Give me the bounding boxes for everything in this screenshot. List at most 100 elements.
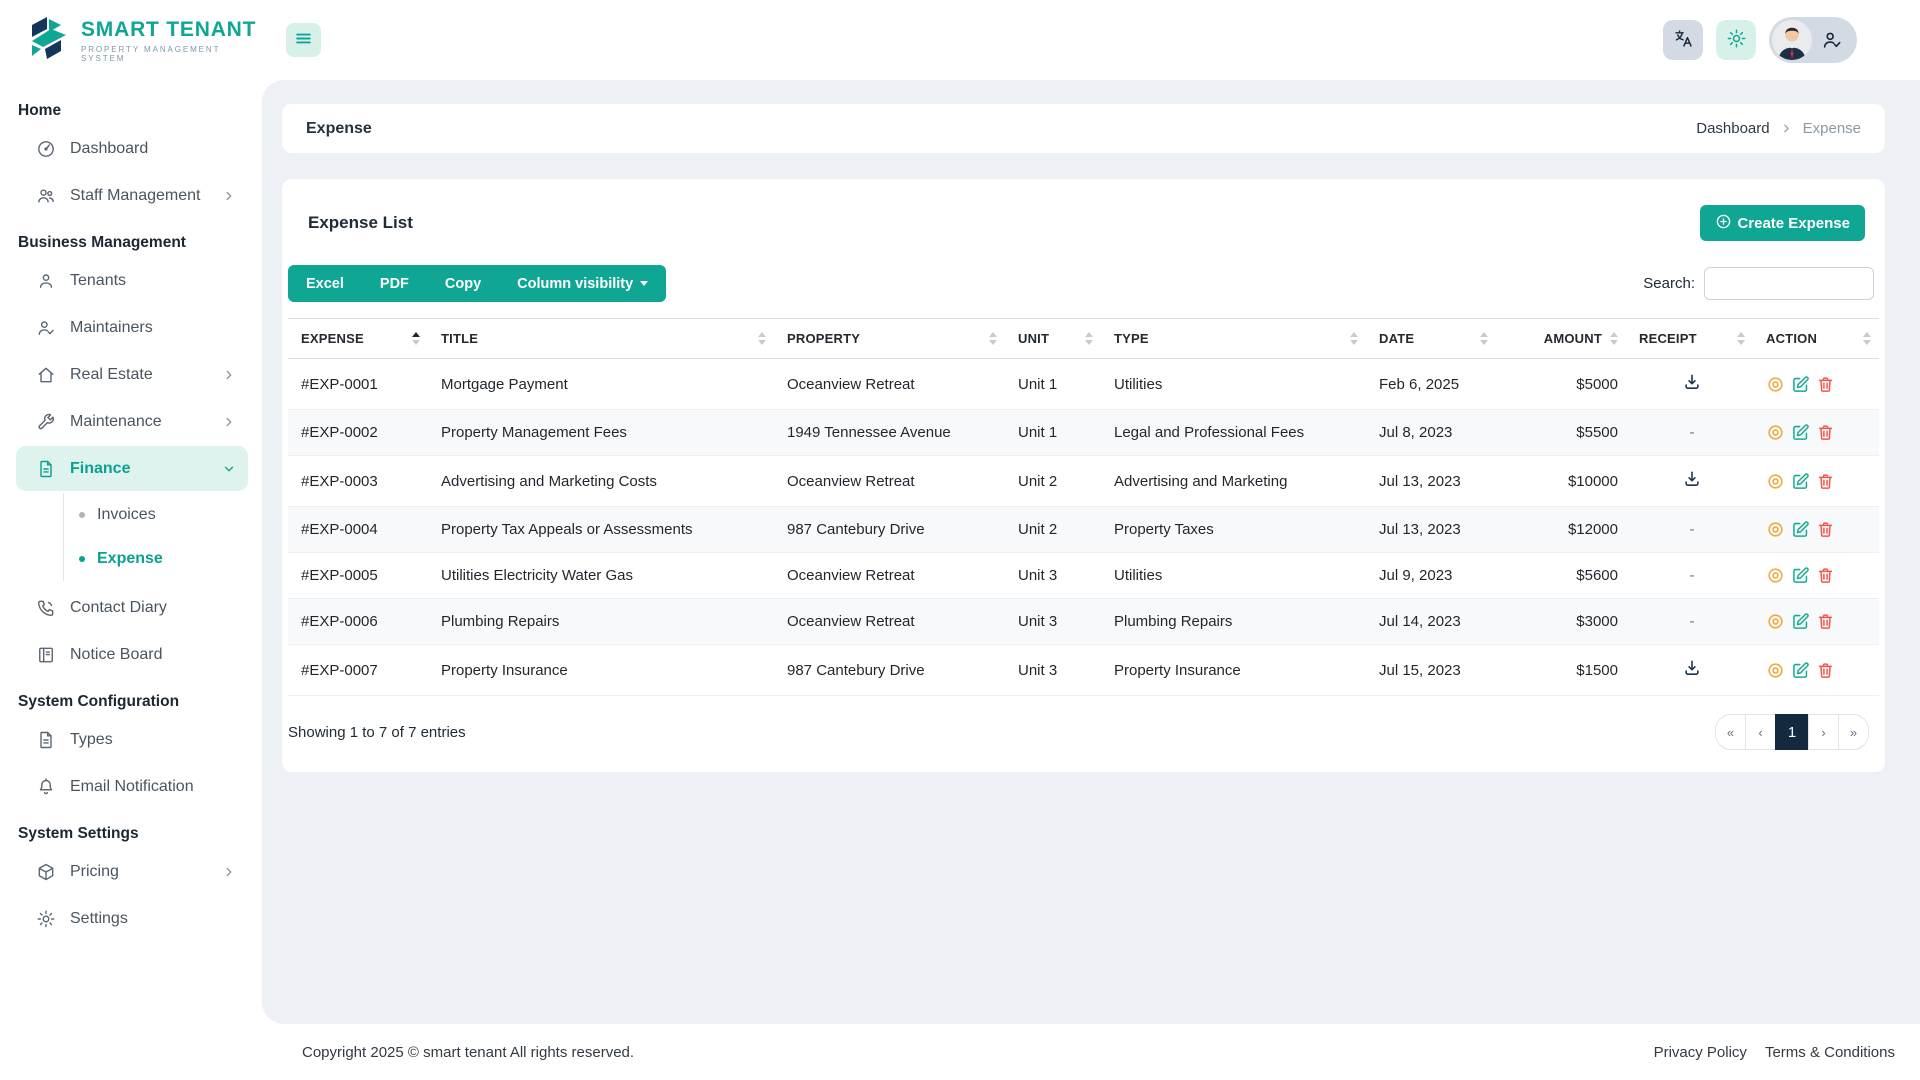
delete-button[interactable] (1816, 520, 1835, 539)
no-receipt-dash: - (1689, 613, 1695, 630)
sidebar-item-maintenance[interactable]: Maintenance (16, 399, 248, 444)
pagination-page-button[interactable]: 1 (1775, 714, 1809, 750)
sidebar-item-dashboard[interactable]: Dashboard (16, 126, 248, 171)
chevron-down-icon (222, 462, 236, 476)
settings-button[interactable] (1716, 20, 1756, 60)
view-button[interactable] (1766, 375, 1785, 394)
cell-title: Mortgage Payment (428, 358, 774, 410)
column-header-title[interactable]: TITLE (428, 318, 774, 359)
delete-button[interactable] (1816, 423, 1835, 442)
delete-button[interactable] (1816, 661, 1835, 680)
column-header-expense[interactable]: EXPENSE (288, 318, 428, 359)
maintainer-icon (36, 318, 56, 338)
no-receipt-dash: - (1689, 567, 1695, 584)
edit-button[interactable] (1791, 472, 1810, 491)
profile-menu[interactable] (1769, 17, 1857, 63)
edit-button[interactable] (1791, 375, 1810, 394)
view-button[interactable] (1766, 423, 1785, 442)
staff-icon (36, 186, 56, 206)
edit-button[interactable] (1791, 612, 1810, 631)
sidebar-item-settings[interactable]: Settings (16, 896, 248, 941)
sort-arrows (1863, 332, 1871, 345)
view-button[interactable] (1766, 566, 1785, 585)
sidebar-item-email-notification[interactable]: Email Notification (16, 764, 248, 809)
sidebar-item-maintainers[interactable]: Maintainers (16, 305, 248, 350)
sidebar-item-real-estate[interactable]: Real Estate (16, 352, 248, 397)
chevron-right-icon (222, 415, 236, 429)
export-excel-button[interactable]: Excel (288, 265, 362, 302)
column-header-type[interactable]: TYPE (1101, 318, 1366, 359)
sidebar-item-tenants[interactable]: Tenants (16, 258, 248, 303)
view-button[interactable] (1766, 661, 1785, 680)
delete-button[interactable] (1816, 375, 1835, 394)
nav-section-business-management: Business Management (18, 234, 186, 251)
cell-property: 987 Cantebury Drive (774, 506, 1005, 553)
search-input[interactable] (1704, 267, 1874, 300)
cell-unit: Unit 2 (1005, 506, 1101, 553)
cell-action (1766, 375, 1871, 394)
sidebar-item-pricing[interactable]: Pricing (16, 849, 248, 894)
view-icon (1766, 566, 1785, 585)
column-header-amount[interactable]: AMOUNT (1496, 318, 1626, 359)
sidebar-item-staff-management[interactable]: Staff Management (16, 173, 248, 218)
pagination-prev-button[interactable]: ‹ (1745, 714, 1776, 750)
cell-property: Oceanview Retreat (774, 552, 1005, 599)
download-receipt-button[interactable] (1682, 469, 1702, 489)
edit-icon (1791, 661, 1810, 680)
terms-conditions-link[interactable]: Terms & Conditions (1765, 1044, 1895, 1061)
column-visibility-button[interactable]: Column visibility (499, 265, 666, 302)
view-icon (1766, 661, 1785, 680)
column-header-property[interactable]: PROPERTY (774, 318, 1005, 359)
translate-button[interactable] (1663, 20, 1703, 60)
download-icon (1682, 658, 1702, 678)
breadcrumb-dashboard-link[interactable]: Dashboard (1696, 120, 1769, 137)
edit-button[interactable] (1791, 661, 1810, 680)
sidebar-subitem-invoices[interactable]: Invoices (64, 493, 248, 537)
sidebar-item-types[interactable]: Types (16, 717, 248, 762)
cell-type: Plumbing Repairs (1101, 598, 1366, 645)
column-header-action[interactable]: ACTION (1753, 318, 1879, 359)
download-receipt-button[interactable] (1682, 658, 1702, 678)
sidebar-subitem-expense[interactable]: Expense (64, 537, 248, 581)
cell-amount: $10000 (1496, 455, 1626, 507)
view-button[interactable] (1766, 472, 1785, 491)
edit-button[interactable] (1791, 520, 1810, 539)
pagination-next-button[interactable]: › (1808, 714, 1839, 750)
sidebar-item-finance[interactable]: Finance (16, 446, 248, 491)
edit-button[interactable] (1791, 566, 1810, 585)
translate-icon (1673, 28, 1694, 52)
view-button[interactable] (1766, 520, 1785, 539)
sidebar-toggle-button[interactable] (286, 23, 321, 57)
edit-button[interactable] (1791, 423, 1810, 442)
delete-button[interactable] (1816, 566, 1835, 585)
sort-arrows (1085, 332, 1093, 345)
pagination-last-button[interactable]: » (1838, 714, 1869, 750)
delete-button[interactable] (1816, 472, 1835, 491)
sidebar-item-notice-board[interactable]: Notice Board (16, 632, 248, 677)
expense-table: EXPENSE TITLE PROPERTY UNIT TYPE DATE AMOUNT RE… (288, 318, 1879, 696)
dashboard-icon (36, 139, 56, 159)
sidebar-item-contact-diary[interactable]: Contact Diary (16, 585, 248, 630)
delete-button[interactable] (1816, 612, 1835, 631)
export-copy-button[interactable]: Copy (427, 265, 499, 302)
cell-unit: Unit 3 (1005, 598, 1101, 645)
edit-icon (1791, 520, 1810, 539)
cell-unit: Unit 3 (1005, 644, 1101, 696)
view-icon (1766, 472, 1785, 491)
cell-receipt: - (1626, 409, 1753, 456)
brand-logo[interactable]: SMART TENANT PROPERTY MANAGEMENT SYSTEM (0, 0, 262, 80)
create-expense-button[interactable]: Create Expense (1700, 205, 1865, 241)
column-header-date[interactable]: DATE (1366, 318, 1496, 359)
edit-icon (1791, 612, 1810, 631)
export-pdf-button[interactable]: PDF (362, 265, 427, 302)
pagination-first-button[interactable]: « (1715, 714, 1746, 750)
table-row: #EXP-0003 Advertising and Marketing Costs… (288, 455, 1879, 507)
download-receipt-button[interactable] (1682, 372, 1702, 392)
view-button[interactable] (1766, 612, 1785, 631)
expense-list-card: Expense List Create Expense Excel PDF Copy… (282, 179, 1885, 772)
cell-property: 987 Cantebury Drive (774, 644, 1005, 696)
privacy-policy-link[interactable]: Privacy Policy (1654, 1044, 1747, 1061)
column-header-receipt[interactable]: RECEIPT (1626, 318, 1753, 359)
column-header-unit[interactable]: UNIT (1005, 318, 1101, 359)
sort-arrows (1610, 332, 1618, 345)
